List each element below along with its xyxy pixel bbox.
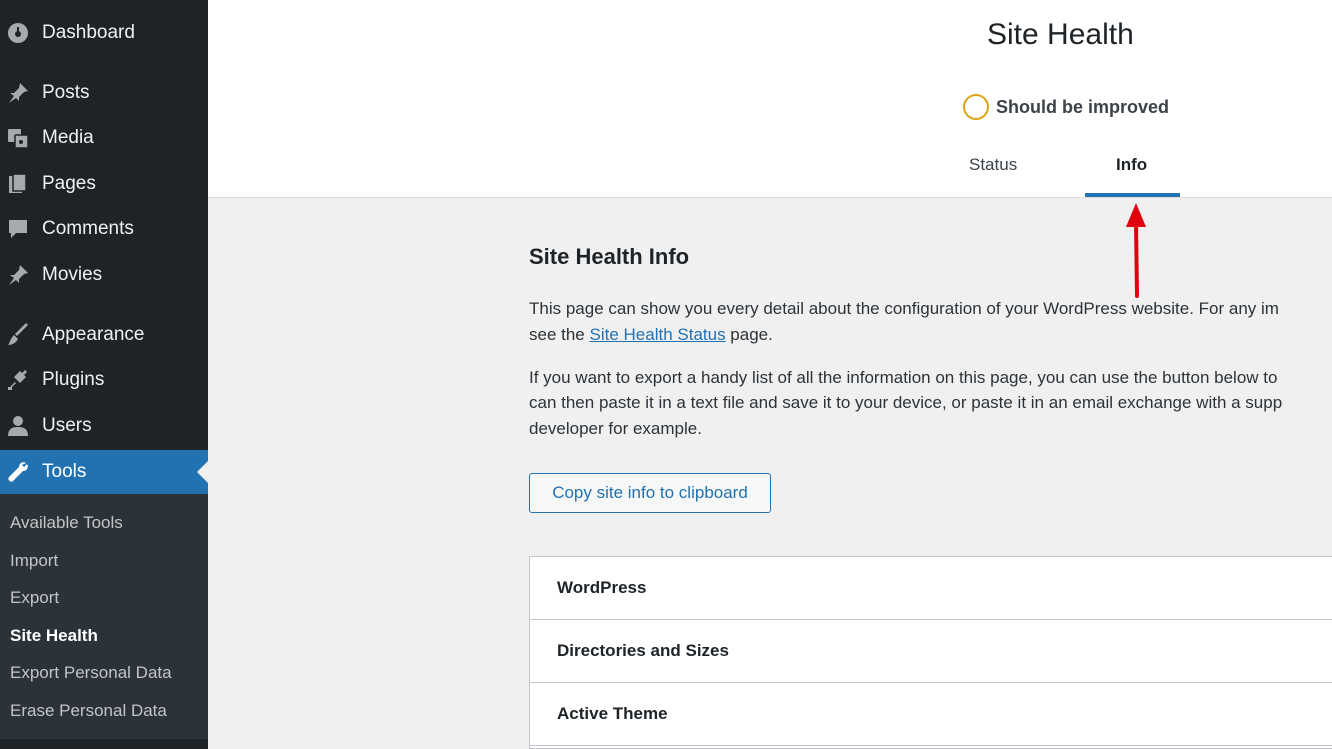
submenu-import[interactable]: Import — [10, 551, 58, 571]
accordion-directories-and-sizes[interactable]: Directories and Sizes — [530, 620, 1332, 683]
submenu-export-personal-data[interactable]: Export Personal Data — [10, 663, 172, 683]
intro-paragraph-line: see the Site Health Status page. — [529, 322, 773, 348]
user-icon — [5, 413, 31, 439]
menu-appearance[interactable]: Appearance — [0, 313, 208, 357]
menu-pages[interactable]: Pages — [0, 162, 208, 206]
menu-media[interactable]: Media — [0, 116, 208, 160]
health-status: Should be improved — [963, 94, 1169, 120]
menu-label: Dashboard — [42, 22, 135, 43]
export-paragraph-line: developer for example. — [529, 419, 702, 438]
site-health-status-link[interactable]: Site Health Status — [590, 325, 726, 344]
accordion-wordpress[interactable]: WordPress — [530, 557, 1332, 620]
menu-label: Appearance — [42, 324, 145, 345]
active-tab-indicator — [1085, 193, 1180, 197]
comment-icon — [5, 216, 31, 242]
submenu-erase-personal-data[interactable]: Erase Personal Data — [10, 701, 167, 721]
accordion-active-theme[interactable]: Active Theme — [530, 683, 1332, 746]
export-paragraph-line: If you want to export a handy list of al… — [529, 368, 1278, 387]
menu-movies[interactable]: Movies — [0, 253, 208, 297]
menu-plugins[interactable]: Plugins — [0, 358, 208, 402]
menu-label: Tools — [42, 461, 87, 482]
menu-label: Media — [42, 127, 94, 148]
submenu-site-health[interactable]: Site Health — [10, 626, 98, 646]
page-title: Site Health — [987, 18, 1134, 51]
copy-site-info-button[interactable]: Copy site info to clipboard — [529, 473, 771, 513]
admin-sidebar: Dashboard Posts Media Pages Comments Mov… — [0, 0, 208, 749]
tools-submenu: Available Tools Import Export Site Healt… — [0, 494, 208, 739]
section-title: Site Health Info — [529, 244, 690, 269]
annotation-arrow-icon — [1126, 203, 1146, 298]
text: page. — [725, 325, 773, 344]
menu-dashboard[interactable]: Dashboard — [0, 11, 208, 55]
plug-icon — [5, 367, 31, 393]
wrench-icon — [5, 459, 31, 485]
menu-label: Plugins — [42, 369, 105, 390]
intro-paragraph-line: This page can show you every detail abou… — [529, 299, 1279, 318]
export-paragraph-line: can then paste it in a text file and sav… — [529, 393, 1283, 412]
menu-label: Comments — [42, 218, 134, 239]
info-accordion: WordPress Directories and Sizes Active T… — [529, 556, 1332, 749]
pin-icon — [5, 80, 31, 106]
status-ring-icon — [963, 94, 989, 120]
pin-icon — [5, 262, 31, 288]
submenu-available-tools[interactable]: Available Tools — [10, 513, 123, 533]
submenu-export[interactable]: Export — [10, 588, 59, 608]
dashboard-icon — [5, 20, 31, 46]
menu-label: Pages — [42, 173, 96, 194]
menu-label: Posts — [42, 82, 90, 103]
menu-posts[interactable]: Posts — [0, 71, 208, 115]
brush-icon — [5, 322, 31, 348]
menu-comments[interactable]: Comments — [0, 207, 208, 251]
menu-label: Users — [42, 415, 92, 436]
media-icon — [5, 125, 31, 151]
tab-info[interactable]: Info — [1116, 155, 1147, 175]
pages-icon — [5, 171, 31, 197]
tab-status[interactable]: Status — [969, 155, 1017, 175]
text: see the — [529, 325, 590, 344]
menu-users[interactable]: Users — [0, 404, 208, 448]
menu-tools[interactable]: Tools — [0, 450, 208, 494]
menu-label: Movies — [42, 264, 103, 285]
status-text: Should be improved — [996, 96, 1170, 117]
